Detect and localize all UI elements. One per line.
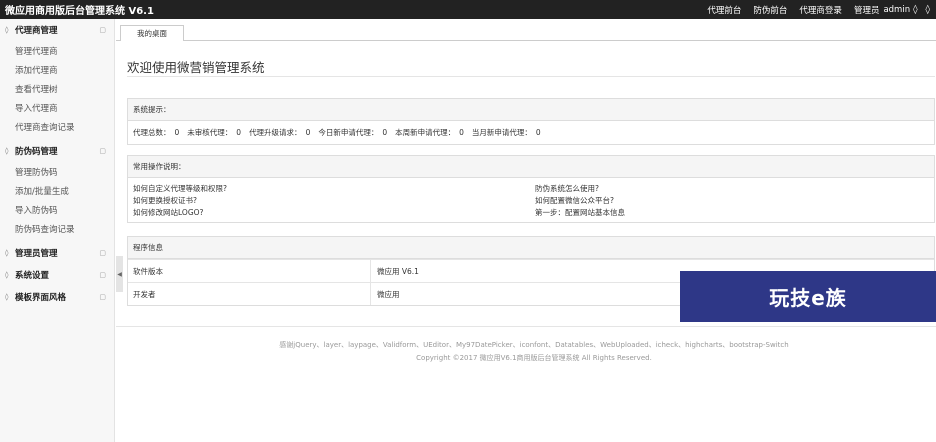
- main-content: 我的桌面 欢迎使用微营销管理系统 系统提示： 代理总数： 0 未审核代理： 0 代理…: [116, 19, 936, 442]
- stat-today-new-agents: 今日新申请代理： 0: [318, 128, 388, 137]
- sidebar-item-add-agent[interactable]: 添加代理商: [0, 60, 114, 79]
- skin-icon[interactable]: ◊: [926, 5, 930, 15]
- admin-icon: ◊: [5, 249, 9, 257]
- panel-header: 程序信息: [128, 237, 934, 259]
- tab-my-desktop[interactable]: 我的桌面: [120, 25, 184, 41]
- system-notice-panel: 系统提示： 代理总数： 0 未审核代理： 0 代理升级请求： 0 今日新申请代理： 0 …: [127, 98, 935, 145]
- footer-copyright: Copyright ©2017 微应用V6.1商用版后台管理系统 All Rig…: [416, 354, 652, 362]
- title-divider: [127, 76, 935, 77]
- operations-list: 如何自定义代理等级和权限? 防伪系统怎么使用? 如何更换授权证书? 如何配置微信…: [128, 178, 934, 222]
- collapse-icon: ▢: [99, 147, 106, 155]
- watermark-logo: 玩技e族: [680, 271, 936, 322]
- sidebar-section-title: 模板界面风格: [15, 293, 67, 303]
- sidebar-submenu-antifake: 管理防伪码 添加/批量生成 导入防伪码 防伪码查询记录: [0, 162, 114, 242]
- op-link-how-to-use-antifake[interactable]: 防伪系统怎么使用?: [535, 183, 936, 193]
- stat-month-new-agents: 当月新申请代理： 0: [471, 128, 541, 137]
- sidebar-section-title: 管理员管理: [15, 249, 58, 259]
- sidebar-item-code-query-log[interactable]: 防伪码查询记录: [0, 219, 114, 238]
- sidebar-item-import-agent[interactable]: 导入代理商: [0, 98, 114, 117]
- theme-icon: ◊: [5, 293, 9, 301]
- info-key: 开发者: [128, 283, 371, 305]
- tab-bar: 我的桌面: [116, 19, 936, 41]
- watermark-text: 玩技e族: [769, 286, 847, 310]
- operations-panel: 常用操作说明： 如何自定义代理等级和权限? 防伪系统怎么使用? 如何更换授权证书…: [127, 155, 935, 223]
- op-link-change-logo[interactable]: 如何修改网站LOGO?: [133, 207, 535, 217]
- user-role: 管理员: [853, 5, 880, 16]
- sidebar-section-theme[interactable]: ◊ 模板界面风格 ▢: [0, 286, 114, 308]
- stat-unreviewed-agents: 未审核代理： 0: [187, 128, 242, 137]
- info-value: 微应用 V6.1: [377, 266, 419, 276]
- collapse-icon: ▢: [99, 293, 106, 301]
- app-title: 微应用商用版后台管理系统 V6.1: [5, 6, 154, 17]
- op-link-configure-wechat[interactable]: 如何配置微信公众平台?: [535, 195, 936, 205]
- info-key: 软件版本: [128, 260, 371, 282]
- top-nav: 代理前台 防伪前台 代理商登录 管理员 admin ◊ ◊: [695, 0, 936, 19]
- footer-credits: 感谢jQuery、layer、laypage、Validform、UEditor…: [279, 341, 789, 349]
- page-title: 欢迎使用微营销管理系统: [127, 60, 265, 75]
- collapse-icon: ▢: [99, 271, 106, 279]
- sidebar-section-title: 防伪码管理: [15, 147, 58, 157]
- agent-frontend-link[interactable]: 代理前台: [707, 4, 741, 16]
- stat-total-agents: 代理总数： 0: [133, 128, 180, 137]
- antifake-icon: ◊: [5, 147, 9, 155]
- agent-icon: ◊: [5, 26, 9, 34]
- sidebar-item-manage-code[interactable]: 管理防伪码: [0, 162, 114, 181]
- settings-icon: ◊: [5, 271, 9, 279]
- sidebar-item-agent-tree[interactable]: 查看代理树: [0, 79, 114, 98]
- sidebar-section-admin[interactable]: ◊ 管理员管理 ▢: [0, 242, 114, 264]
- sidebar-section-antifake[interactable]: ◊ 防伪码管理 ▢: [0, 140, 114, 162]
- sidebar-section-title: 代理商管理: [15, 26, 58, 36]
- op-link-change-license[interactable]: 如何更换授权证书?: [133, 195, 535, 205]
- stat-upgrade-requests: 代理升级请求： 0: [249, 128, 311, 137]
- sidebar-item-agent-query-log[interactable]: 代理商查询记录: [0, 117, 114, 136]
- stat-week-new-agents: 本周新申请代理： 0: [395, 128, 464, 137]
- sidebar-item-generate-code[interactable]: 添加/批量生成: [0, 181, 114, 200]
- panel-header: 常用操作说明：: [128, 156, 934, 178]
- footer-divider: [116, 326, 936, 327]
- op-link-step-one-config[interactable]: 第一步：配置网站基本信息: [535, 207, 936, 217]
- sidebar-section-title: 系统设置: [15, 271, 50, 281]
- stats-row: 代理总数： 0 未审核代理： 0 代理升级请求： 0 今日新申请代理： 0 本周新申请代…: [128, 121, 934, 144]
- sidebar-section-settings[interactable]: ◊ 系统设置 ▢: [0, 264, 114, 286]
- sidebar-submenu-agent: 管理代理商 添加代理商 查看代理树 导入代理商 代理商查询记录: [0, 41, 114, 140]
- agent-login-link[interactable]: 代理商登录: [799, 4, 842, 16]
- collapse-icon: ▢: [99, 26, 106, 34]
- sidebar-item-manage-agent[interactable]: 管理代理商: [0, 41, 114, 60]
- sidebar-section-agent[interactable]: ◊ 代理商管理 ▢: [0, 19, 114, 41]
- sidebar: ◊ 代理商管理 ▢ 管理代理商 添加代理商 查看代理树 导入代理商 代理商查询记…: [0, 19, 115, 442]
- op-link-custom-agent-levels[interactable]: 如何自定义代理等级和权限?: [133, 183, 535, 193]
- antifake-frontend-link[interactable]: 防伪前台: [753, 4, 787, 16]
- user-menu[interactable]: admin: [883, 5, 910, 15]
- info-value: 微应用: [377, 289, 400, 299]
- top-bar: 微应用商用版后台管理系统 V6.1 代理前台 防伪前台 代理商登录 管理员 ad…: [0, 0, 936, 19]
- sidebar-item-import-code[interactable]: 导入防伪码: [0, 200, 114, 219]
- dropdown-icon[interactable]: ◊: [913, 5, 917, 15]
- collapse-icon: ▢: [99, 249, 106, 257]
- panel-header: 系统提示：: [128, 99, 934, 121]
